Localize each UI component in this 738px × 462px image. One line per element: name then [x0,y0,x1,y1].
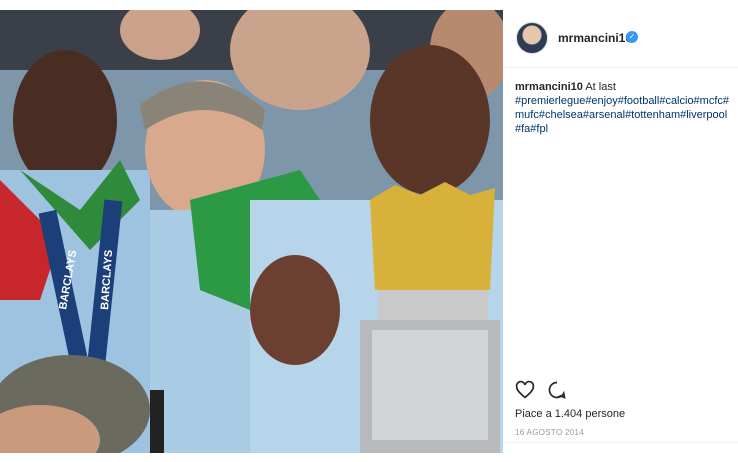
post-date: 16 AGOSTO 2014 [515,428,584,437]
photo-illustration: BARCLAYS BARCLAYS [0,10,503,453]
username-link[interactable]: mrmancini10 [558,31,632,45]
caption-username[interactable]: mrmancini10 [515,81,583,93]
post-caption: mrmancini10 At last #premierlegue#enjoy#… [515,80,733,136]
caption-text: At last [585,81,616,93]
divider [503,442,738,443]
instagram-post: BARCLAYS BARCLAYS mrmancini10 ✓ mrmancin… [0,0,738,462]
avatar[interactable] [516,22,548,54]
caption-hashtags[interactable]: #premierlegue#enjoy#football#calcio#mcfc… [515,94,733,136]
heart-icon[interactable] [515,380,535,400]
comment-icon[interactable] [547,380,567,400]
post-actions [515,380,575,400]
post-photo[interactable]: BARCLAYS BARCLAYS [0,10,503,453]
post-side-panel: mrmancini10 ✓ mrmancini10 At last #premi… [503,10,738,453]
post-header: mrmancini10 ✓ [503,10,738,68]
verified-badge-icon: ✓ [626,31,638,43]
likes-count[interactable]: Piace a 1.404 persone [515,408,625,420]
